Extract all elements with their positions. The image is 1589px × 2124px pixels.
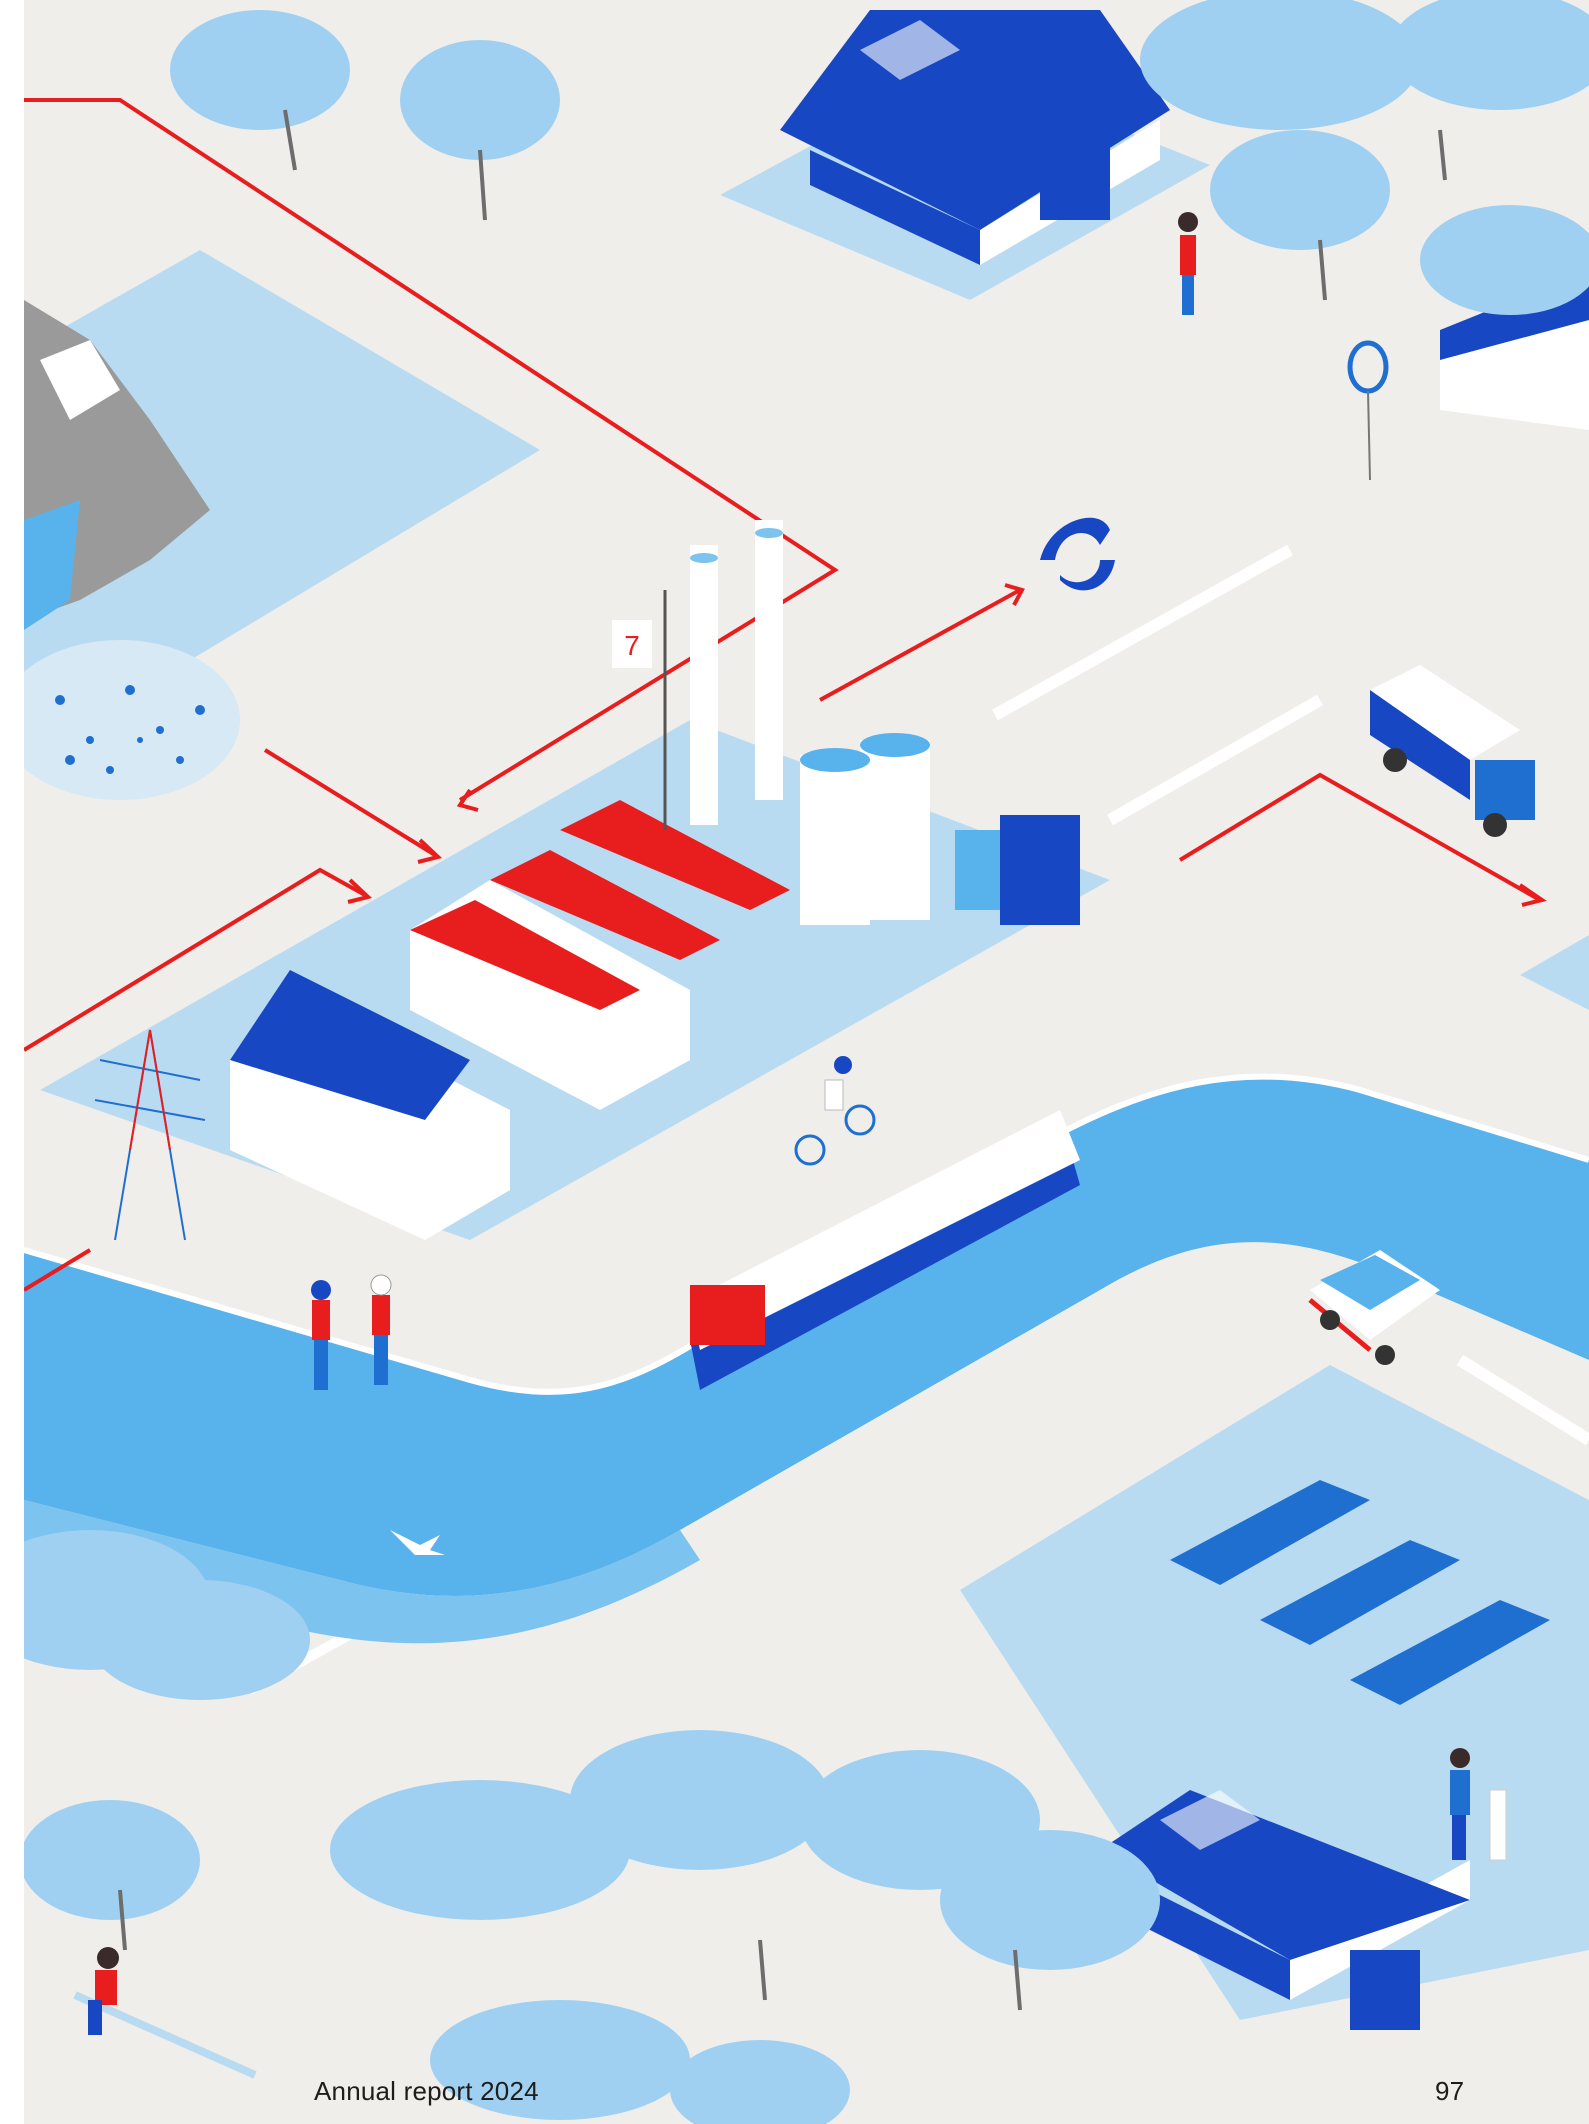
logo-sign-mark: 7 xyxy=(624,630,640,661)
page-margin xyxy=(0,0,24,2124)
annual-report-page: 7 Annual report 2024 97 xyxy=(0,0,1589,2124)
gravel-pile xyxy=(0,640,240,800)
footer-report-title: Annual report 2024 xyxy=(314,2076,539,2106)
page-number: 97 xyxy=(1435,2076,1465,2106)
city-logistics-illustration: 7 xyxy=(0,0,1589,2124)
